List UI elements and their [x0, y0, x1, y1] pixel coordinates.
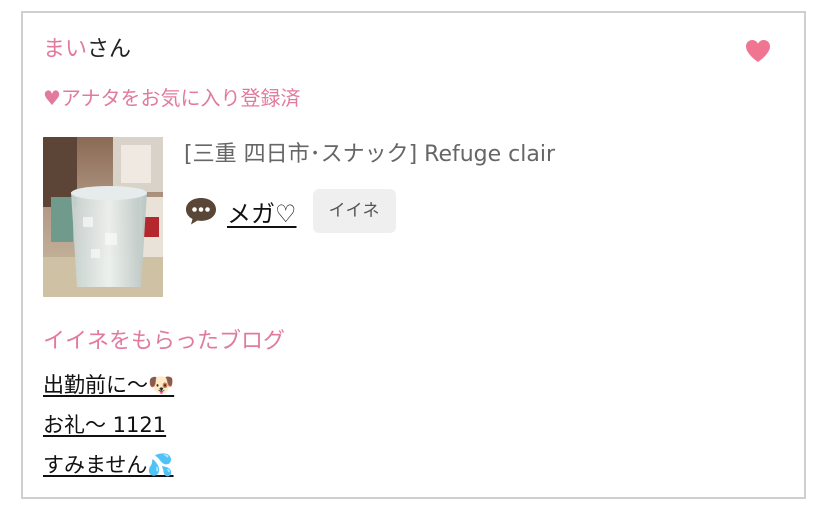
blog-link[interactable]: お礼〜 1121: [43, 413, 166, 437]
speech-bubble-icon: [186, 198, 216, 225]
comment-row: メガ♡ イイネ: [184, 189, 396, 233]
shop-info[interactable]: [三重 四日市･スナック] Refuge clair: [184, 141, 555, 169]
favorite-status: ♥アナタをお気に入り登録済: [43, 86, 301, 110]
list-item: 出勤前に〜🐶: [43, 369, 174, 409]
list-item: お礼〜 1121: [43, 409, 174, 449]
liked-blogs-list: 出勤前に〜🐶 お礼〜 1121 すみません💦: [43, 369, 174, 489]
user-name[interactable]: まい: [43, 37, 87, 62]
liked-blogs-heading: イイネをもらったブログ: [43, 329, 286, 354]
user-suffix: さん: [87, 37, 132, 62]
user-line: まいさん: [43, 37, 131, 63]
like-button[interactable]: イイネ: [312, 189, 396, 233]
blog-link[interactable]: すみません💦: [43, 453, 174, 477]
sender-link[interactable]: メガ♡: [227, 194, 297, 229]
blog-link[interactable]: 出勤前に〜🐶: [43, 373, 174, 397]
post-thumbnail[interactable]: [43, 137, 163, 297]
heart-icon[interactable]: [745, 39, 771, 63]
liked-card: まいさん ♥アナタをお気に入り登録済 [三重 四日市･スナック] Refuge …: [21, 11, 806, 499]
list-item: すみません💦: [43, 449, 174, 489]
